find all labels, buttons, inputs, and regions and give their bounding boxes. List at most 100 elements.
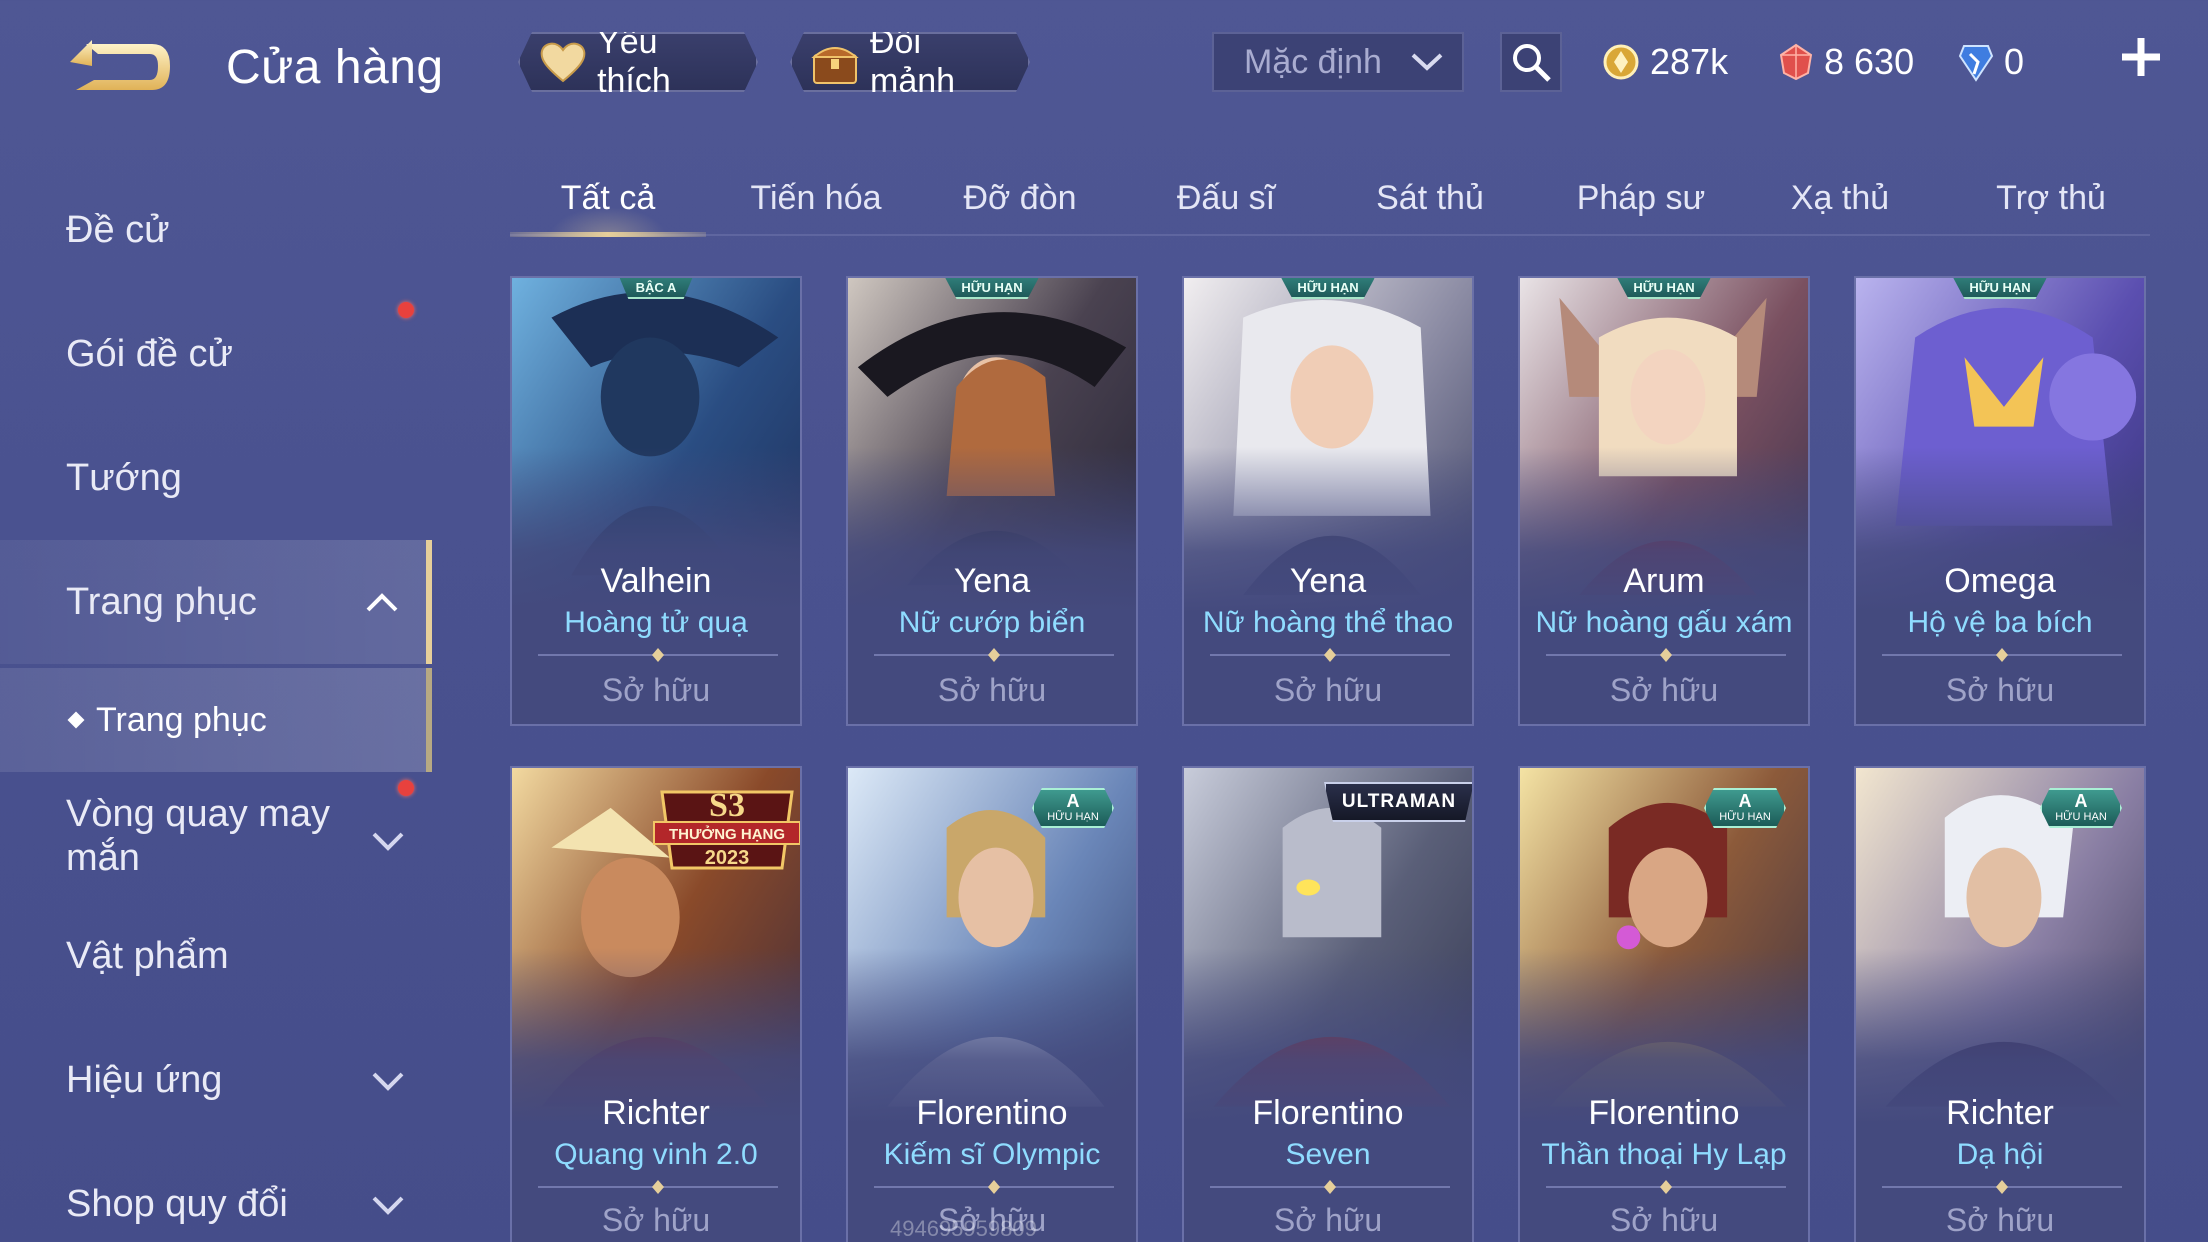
back-arrow-icon[interactable] [66, 36, 178, 102]
skin-name: Dạ hội [1956, 1138, 2044, 1171]
divider-ornament [874, 1180, 1114, 1194]
sidebar-item-label: Vòng quay may mắn [66, 793, 331, 879]
skin-card[interactable]: A HỮU HẠN Richter Dạ hội Sở hữu [1854, 766, 2146, 1242]
divider-ornament [538, 1180, 778, 1194]
sidebar-item-effects[interactable]: Hiệu ứng [0, 1018, 432, 1142]
ultraman-text: ULTRAMAN [1341, 791, 1457, 812]
hero-name: Valhein [600, 562, 712, 600]
skin-card[interactable]: ULTRAMAN Florentino Seven Sở hữu [1182, 766, 1474, 1242]
owned-status: Sở hữu [1945, 672, 2055, 708]
chevron-down-icon [372, 1072, 404, 1091]
hero-name: Florentino [1588, 1094, 1740, 1132]
hero-name: Richter [1946, 1094, 2054, 1132]
sidebar-item-label: Trang phục [66, 580, 257, 623]
tier-letter: A [1738, 791, 1752, 811]
divider-ornament [1882, 1180, 2122, 1194]
skin-card[interactable]: HỮU HẠN Yena Nữ hoàng thể thao Sở hữu [1182, 276, 1474, 726]
divider-ornament [1210, 648, 1450, 662]
sidebar-item-heroes[interactable]: Tướng [0, 416, 432, 540]
skin-card[interactable]: BẬC A Valhein Hoàng tử quạ Sở hữu [510, 276, 802, 726]
sort-dropdown[interactable]: Mặc định [1212, 32, 1464, 92]
chevron-down-icon [372, 1196, 404, 1215]
tab-all[interactable]: Tất cả [510, 162, 706, 237]
diamond-bullet-icon [67, 711, 85, 729]
tab-fighter[interactable]: Đấu sĩ [1136, 162, 1316, 234]
skin-card[interactable]: S3 THƯỞNG HẠNG 2023 Richter Quang vinh 2… [510, 766, 802, 1242]
sidebar-item-exchange-shop[interactable]: Shop quy đổi [0, 1142, 432, 1242]
tier-a-limited-badge: A HỮU HẠN [1704, 788, 1786, 828]
tab-tank[interactable]: Đỡ đòn [930, 162, 1110, 234]
search-button[interactable] [1500, 32, 1562, 92]
skin-card[interactable]: HỮU HẠN Arum Nữ hoàng gấu xám Sở hữu [1518, 276, 1810, 726]
divider-ornament [538, 648, 778, 662]
sidebar-item-label: Shop quy đổi [66, 1182, 288, 1225]
gold-coin-icon [1603, 44, 1639, 80]
owned-status: Sở hữu [601, 672, 711, 708]
skin-card[interactable]: HỮU HẠN Yena Nữ cướp biển Sở hữu [846, 276, 1138, 726]
sidebar-item-lucky-spin[interactable]: Vòng quay may mắn [0, 774, 400, 898]
tier-a-limited-badge: A HỮU HẠN [2040, 788, 2122, 828]
chevron-down-icon [372, 832, 404, 851]
tab-mage[interactable]: Pháp sư [1546, 162, 1736, 234]
add-currency-plus-icon[interactable] [2118, 34, 2164, 80]
limited-text: HỮU HẠN [2055, 811, 2107, 823]
heart-icon [538, 37, 587, 87]
watermark-text: 494695959809 [890, 1216, 1037, 1241]
sidebar-subitem-label: Trang phục [96, 700, 267, 739]
divider-ornament [1546, 1180, 1786, 1194]
tab-support[interactable]: Trợ thủ [1956, 162, 2146, 234]
tier-badge: BẬC A [619, 278, 693, 299]
top-bar: Cửa hàng Yêu thích Đổi mảnh Mặc định 287… [0, 0, 2208, 130]
rank-reward-text: THƯỞNG HẠNG [669, 825, 785, 843]
skin-card[interactable]: A HỮU HẠN Florentino Thần thoại Hy Lạp Sở… [1518, 766, 1810, 1242]
skin-card[interactable]: A HỮU HẠN Florentino Kiếm sĩ Olympic Sở h… [846, 766, 1138, 1242]
sidebar-item-label: Tướng [66, 456, 182, 499]
favorites-label: Yêu thích [597, 23, 671, 100]
skin-name: Nữ cướp biển [898, 606, 1086, 639]
tier-letter: A [2074, 791, 2088, 811]
hero-name: Omega [1944, 562, 2056, 600]
hero-name: Florentino [916, 1094, 1068, 1132]
owned-status: Sở hữu [601, 1202, 711, 1238]
chevron-down-icon [1411, 53, 1443, 71]
favorites-button[interactable]: Yêu thích [518, 32, 758, 92]
sidebar-item-items[interactable]: Vật phẩm [0, 894, 432, 1018]
gold-currency: 287k [1602, 36, 1728, 88]
tier-letter: A [1066, 791, 1080, 811]
hero-name: Florentino [1252, 1094, 1404, 1132]
tab-assassin[interactable]: Sát thủ [1340, 162, 1520, 234]
treasure-chest-icon [810, 37, 860, 87]
shard-exchange-button[interactable]: Đổi mảnh [790, 32, 1030, 92]
owned-status: Sở hữu [1609, 1202, 1719, 1238]
skin-card[interactable]: HỮU HẠN Omega Hộ vệ ba bích Sở hữu [1854, 276, 2146, 726]
owned-status: Sở hữu [937, 672, 1047, 708]
tab-marksman[interactable]: Xạ thủ [1750, 162, 1930, 234]
tier-a-limited-badge: A HỮU HẠN [1032, 788, 1114, 828]
skin-name: Nữ hoàng gấu xám [1535, 606, 1793, 639]
role-tabs: Tất cả Tiến hóa Đỡ đòn Đấu sĩ Sát thủ Ph… [510, 162, 2150, 237]
sort-value: Mặc định [1244, 42, 1382, 81]
ultraman-logo-badge: ULTRAMAN [1324, 782, 1472, 822]
sidebar-item-featured[interactable]: Đề cử [0, 168, 432, 292]
notification-dot [398, 780, 414, 796]
tab-evolution[interactable]: Tiến hóa [726, 162, 906, 234]
s3-rank-reward-badge: S3 THƯỞNG HẠNG 2023 [653, 787, 800, 870]
sidebar-item-label: Vật phẩm [66, 934, 229, 977]
sidebar-subitem-skins[interactable]: Trang phục [0, 668, 432, 772]
limited-badge: HỮU HẠN [945, 278, 1039, 299]
limited-badge: HỮU HẠN [1617, 278, 1711, 299]
sidebar-item-label: Đề cử [66, 208, 170, 251]
skin-name: Hộ vệ ba bích [1907, 606, 2093, 639]
shard-exchange-label: Đổi mảnh [870, 23, 956, 100]
sidebar-item-skins[interactable]: Trang phục [0, 540, 432, 664]
gold-amount: 287k [1650, 41, 1729, 82]
sidebar-item-featured-bundles[interactable]: Gói đề cử [0, 292, 432, 416]
search-icon [1513, 44, 1551, 82]
skin-name: Quang vinh 2.0 [554, 1138, 758, 1171]
s3-text: S3 [709, 787, 745, 824]
limited-badge: HỮU HẠN [1953, 278, 2047, 299]
divider-ornament [874, 648, 1114, 662]
divider-ornament [1882, 648, 2122, 662]
limited-text: HỮU HẠN [1047, 811, 1099, 823]
sidebar-item-label: Gói đề cử [66, 332, 233, 375]
